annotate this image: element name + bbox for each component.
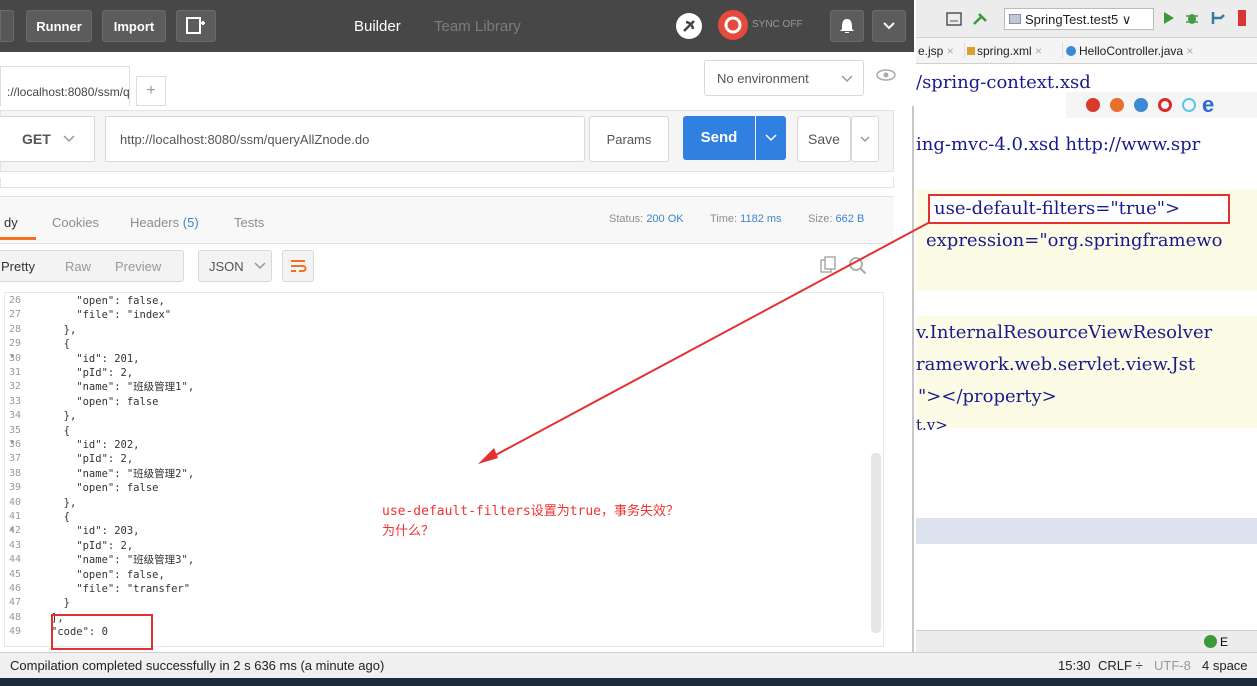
status-bar: Compilation completed successfully in 2 … bbox=[0, 652, 1257, 678]
line-separator[interactable]: CRLF ÷ bbox=[1098, 658, 1143, 673]
annotation-arrow bbox=[478, 221, 931, 464]
indent-setting[interactable]: 4 space bbox=[1202, 658, 1248, 673]
status-message: Compilation completed successfully in 2 … bbox=[10, 658, 385, 673]
cursor-position[interactable]: 15:30 bbox=[1058, 658, 1091, 673]
taskbar bbox=[0, 678, 1257, 686]
encoding[interactable]: UTF-8 bbox=[1154, 658, 1191, 673]
